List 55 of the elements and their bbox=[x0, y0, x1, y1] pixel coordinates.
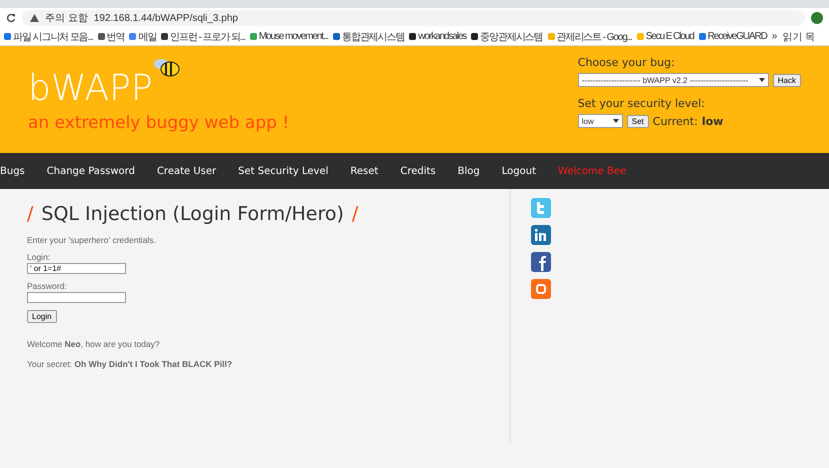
reading-list[interactable]: 읽기 목 bbox=[782, 30, 816, 44]
current-level: low bbox=[702, 114, 724, 128]
bookmark[interactable]: Mouse movement... bbox=[250, 31, 328, 42]
blogger-icon[interactable] bbox=[531, 279, 551, 299]
intro-text: Enter your 'superhero' credentials. bbox=[27, 235, 157, 245]
bookmark[interactable]: workandsales bbox=[409, 31, 466, 42]
facebook-icon[interactable] bbox=[531, 252, 551, 272]
current-label: Current: bbox=[652, 114, 698, 128]
login-label: Login: bbox=[27, 252, 52, 262]
page-title: SQL Injection (Login Form/Hero) bbox=[41, 203, 344, 225]
bug-label: Choose your bug: bbox=[578, 56, 676, 69]
security-warning: 주의 요함 bbox=[45, 12, 88, 25]
caret-icon bbox=[612, 119, 619, 123]
address-bar[interactable]: 주의 요함 192.168.1.44/bWAPP/sqli_3.php bbox=[22, 10, 805, 26]
warning-icon bbox=[30, 14, 39, 22]
profile-icon[interactable] bbox=[811, 12, 823, 24]
bookmark[interactable]: ReceiveGUARD bbox=[698, 31, 767, 42]
nav-link[interactable]: Set Security Level bbox=[238, 166, 328, 176]
password-field[interactable] bbox=[27, 292, 126, 303]
reload-icon[interactable] bbox=[6, 13, 16, 23]
bookmark[interactable]: 중앙관제시스템 bbox=[471, 30, 543, 44]
title-slash: / bbox=[27, 203, 34, 225]
secret-message: Your secret: Oh Why Didn't I Took That BLACK Pill? bbox=[27, 359, 234, 369]
caret-icon bbox=[758, 78, 765, 82]
logo-text: bWAPP bbox=[28, 68, 153, 109]
nav-link[interactable]: Reset bbox=[350, 166, 378, 176]
bug-select[interactable]: ---------------------- bWAPP v2.2 ---------------------- bbox=[578, 73, 769, 87]
title-slash: / bbox=[352, 203, 358, 225]
bookmark[interactable]: Secu E Cloud bbox=[636, 31, 694, 42]
set-button[interactable]: Set bbox=[626, 114, 649, 128]
linkedin-icon[interactable] bbox=[531, 225, 551, 245]
url-text: 192.168.1.44/bWAPP/sqli_3.php bbox=[94, 12, 238, 24]
bee-icon bbox=[152, 56, 181, 78]
nav-link[interactable]: Logout bbox=[502, 166, 536, 176]
nav-link[interactable]: Bugs bbox=[0, 166, 25, 176]
hack-button[interactable]: Hack bbox=[772, 74, 801, 86]
bookmark[interactable]: 관제리스트 - Goog... bbox=[548, 30, 632, 44]
welcome-link[interactable]: Welcome Bee bbox=[558, 166, 626, 176]
password-label: Password: bbox=[27, 281, 68, 291]
login-button[interactable]: Login bbox=[27, 310, 57, 323]
bookmark[interactable]: 번역 bbox=[98, 30, 124, 44]
nav-link[interactable]: Create User bbox=[156, 166, 216, 176]
bookmark[interactable]: 통합관제시스템 bbox=[332, 30, 404, 44]
nav-link[interactable]: Change Password bbox=[46, 166, 135, 176]
bookmark[interactable]: 파일 시그니처 모음... bbox=[4, 30, 93, 44]
bookmark[interactable]: 인프런 - 프로가 되... bbox=[161, 30, 245, 44]
tagline: an extremely buggy web app ! bbox=[28, 113, 290, 133]
bookmark[interactable]: 메일 bbox=[129, 30, 156, 44]
more-bookmarks[interactable]: » bbox=[772, 31, 778, 42]
nav-link[interactable]: Credits bbox=[400, 166, 436, 176]
security-label: Set your security level: bbox=[578, 97, 706, 110]
security-select[interactable]: low bbox=[578, 114, 623, 128]
login-field[interactable]: ' or 1=1# bbox=[27, 263, 126, 274]
nav-link[interactable]: Blog bbox=[458, 166, 480, 176]
welcome-message: Welcome Neo, how are you today? bbox=[27, 339, 161, 349]
